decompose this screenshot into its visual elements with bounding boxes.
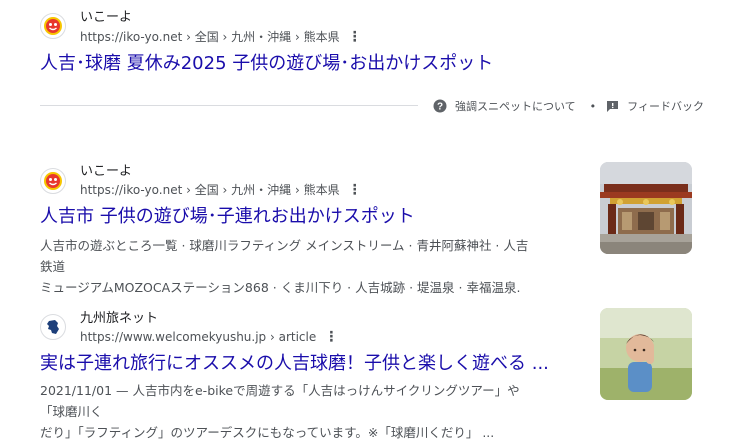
more-options-icon[interactable]: ⋮ (324, 329, 338, 345)
about-snippets-link[interactable]: 強調スニペットについて (455, 98, 576, 114)
result-thumbnail[interactable] (600, 162, 692, 254)
feedback-bar: ? 強調スニペットについて • フィードバック (433, 98, 704, 114)
snippet-line: 2021/11/01 — 人吉市内をe-bikeで周遊する「人吉はっけんサイクリ… (40, 383, 520, 419)
shrine-gate-photo (600, 162, 692, 254)
ikoyo-face-icon (44, 172, 62, 190)
ikoyo-favicon (40, 168, 66, 194)
feedback-icon[interactable] (606, 100, 619, 113)
divider (40, 105, 418, 106)
child-photo (600, 308, 692, 400)
ikoyo-favicon (40, 13, 66, 39)
result-url[interactable]: https://iko-yo.net › 全国 › 九州・沖縄 › 熊本県 ⋮ (80, 29, 362, 45)
result-title-link[interactable]: 人吉市 子供の遊び場･子連れお出かけスポット (40, 205, 415, 229)
result-title-link[interactable]: 実は子連れ旅行にオススメの人吉球磨！子供と楽しく遊べる ... (40, 352, 549, 376)
result-snippet: 2021/11/01 — 人吉市内をe-bikeで周遊する「人吉はっけんサイクリ… (40, 380, 540, 443)
kyushu-favicon (40, 314, 66, 340)
help-icon[interactable]: ? (433, 99, 447, 113)
separator: • (589, 99, 597, 113)
url-text[interactable]: https://iko-yo.net › 全国 › 九州・沖縄 › 熊本県 (80, 182, 340, 198)
url-text[interactable]: https://www.welcomekyushu.jp › article (80, 329, 316, 345)
result-url[interactable]: https://iko-yo.net › 全国 › 九州・沖縄 › 熊本県 ⋮ (80, 182, 362, 198)
svg-text:?: ? (437, 102, 443, 113)
result-url[interactable]: https://www.welcomekyushu.jp › article ⋮ (80, 329, 338, 345)
snippet-line: だり」「ラフティング」のツアーデスクにもなっています。※「球磨川くだり」 ... (40, 425, 495, 440)
more-options-icon[interactable]: ⋮ (348, 182, 362, 198)
result-thumbnail[interactable] (600, 308, 692, 400)
site-name[interactable]: いこーよ (80, 10, 132, 26)
kyushu-map-icon (44, 318, 62, 336)
ikoyo-face-icon (44, 17, 62, 35)
snippet-line: 人吉市の遊ぶところ一覧 · 球磨川ラフティング メインストリーム · 青井阿蘇神… (40, 238, 529, 274)
result-snippet: 人吉市の遊ぶところ一覧 · 球磨川ラフティング メインストリーム · 青井阿蘇神… (40, 235, 540, 298)
url-text[interactable]: https://iko-yo.net › 全国 › 九州・沖縄 › 熊本県 (80, 29, 340, 45)
site-name[interactable]: いこーよ (80, 164, 132, 180)
snippet-line: ミュージアムMOZOCAステーション868 · くま川下り · 人吉城跡 · 堤… (40, 280, 521, 295)
result-title-link[interactable]: 人吉･球磨 夏休み2025 子供の遊び場･お出かけスポット (40, 52, 493, 76)
feedback-link[interactable]: フィードバック (627, 98, 704, 114)
site-name[interactable]: 九州旅ネット (80, 311, 158, 327)
more-options-icon[interactable]: ⋮ (348, 29, 362, 45)
